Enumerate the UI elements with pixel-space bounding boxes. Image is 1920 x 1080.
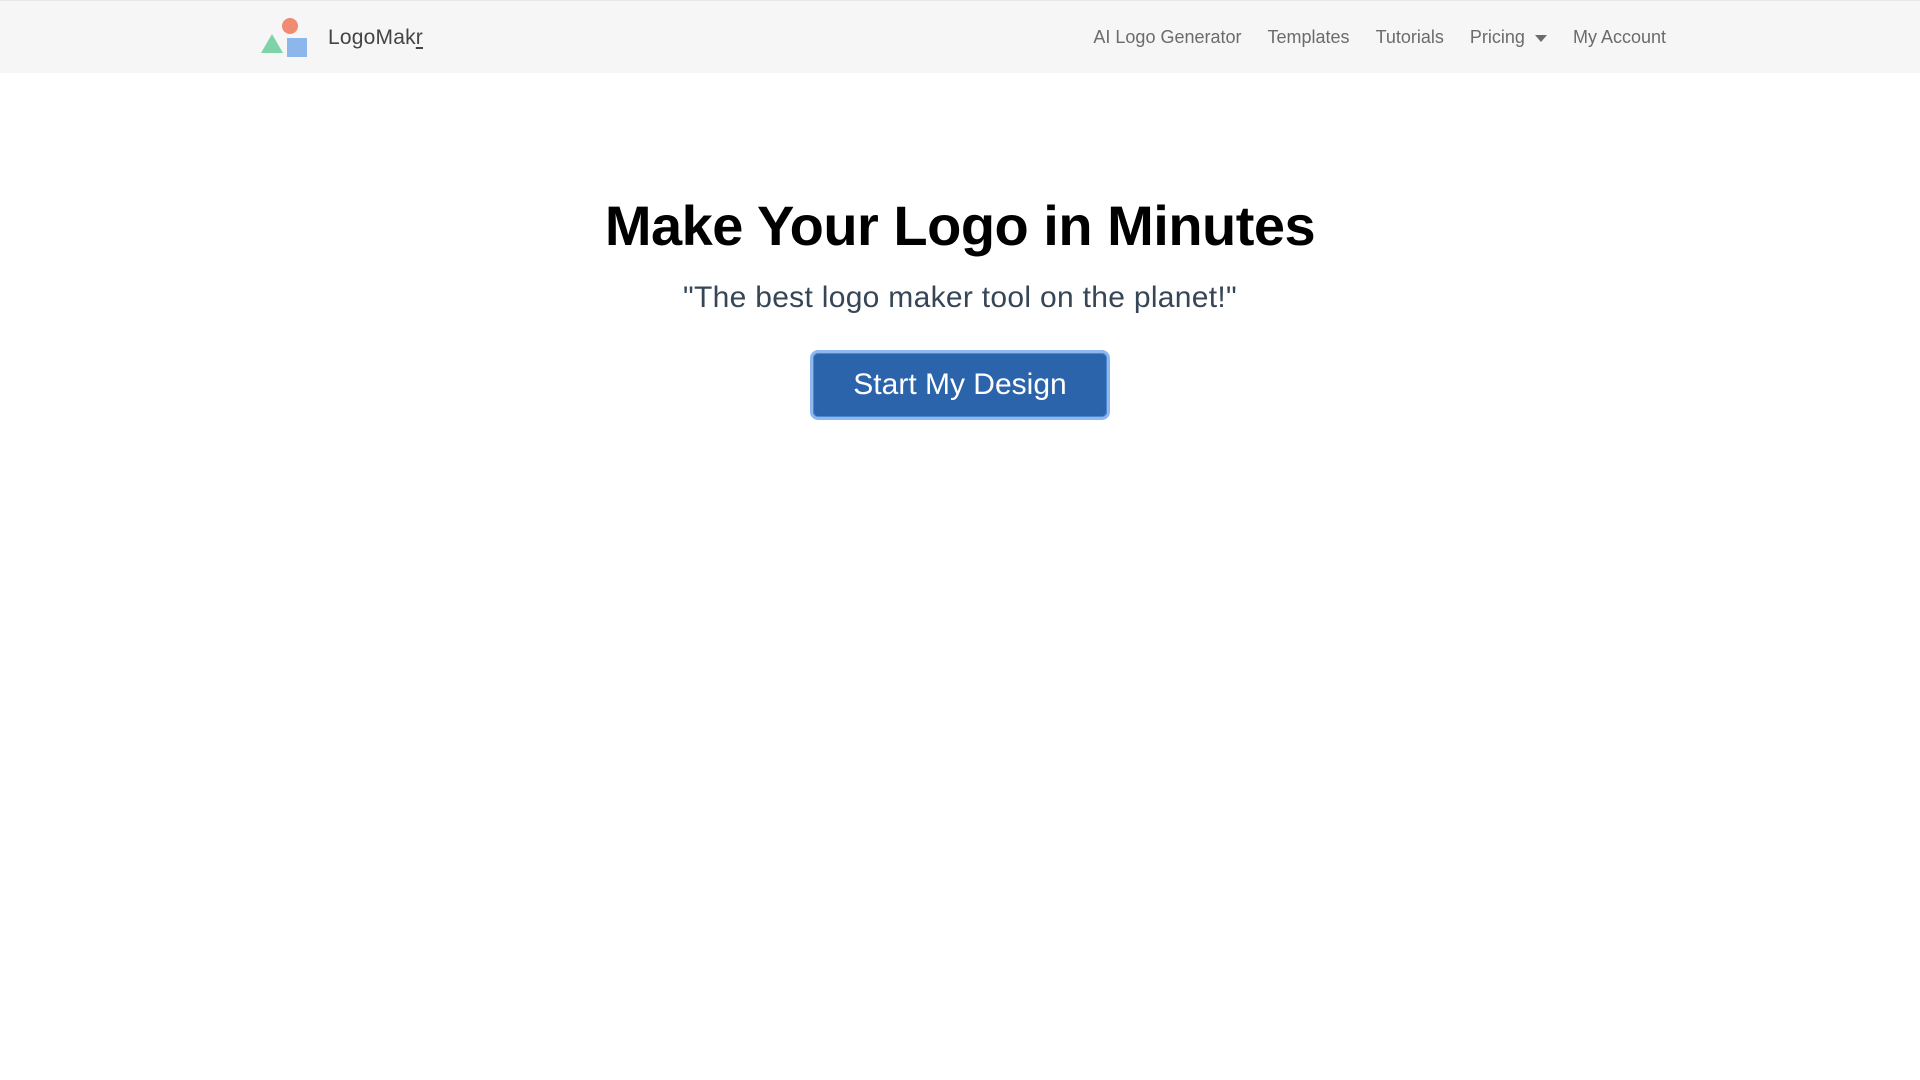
shapes-logo-icon bbox=[261, 18, 307, 57]
hero-subtitle: "The best logo maker tool on the planet!… bbox=[683, 281, 1237, 314]
nav-pricing-label: Pricing bbox=[1469, 27, 1525, 47]
nav-pricing-dropdown[interactable]: Pricing bbox=[1470, 27, 1547, 48]
nav-tutorials[interactable]: Tutorials bbox=[1376, 27, 1444, 48]
brand-logo-link[interactable]: LogoMakr bbox=[261, 17, 423, 59]
top-navbar: LogoMakr AI Logo Generator Templates Tut… bbox=[0, 0, 1920, 73]
start-my-design-button[interactable]: Start My Design bbox=[810, 350, 1110, 420]
nav-ai-logo-generator[interactable]: AI Logo Generator bbox=[1093, 27, 1241, 48]
cta-container: Start My Design bbox=[0, 350, 1920, 420]
chevron-down-icon bbox=[1534, 35, 1547, 42]
nav-templates[interactable]: Templates bbox=[1268, 27, 1350, 48]
hero-title: Make Your Logo in Minutes bbox=[604, 194, 1316, 257]
brand-name: LogoMakr bbox=[328, 26, 423, 49]
main-nav: AI Logo Generator Templates Tutorials Pr… bbox=[1093, 1, 1666, 74]
hero-section: Make Your Logo in Minutes "The best logo… bbox=[0, 190, 1920, 420]
nav-my-account[interactable]: My Account bbox=[1573, 27, 1666, 48]
